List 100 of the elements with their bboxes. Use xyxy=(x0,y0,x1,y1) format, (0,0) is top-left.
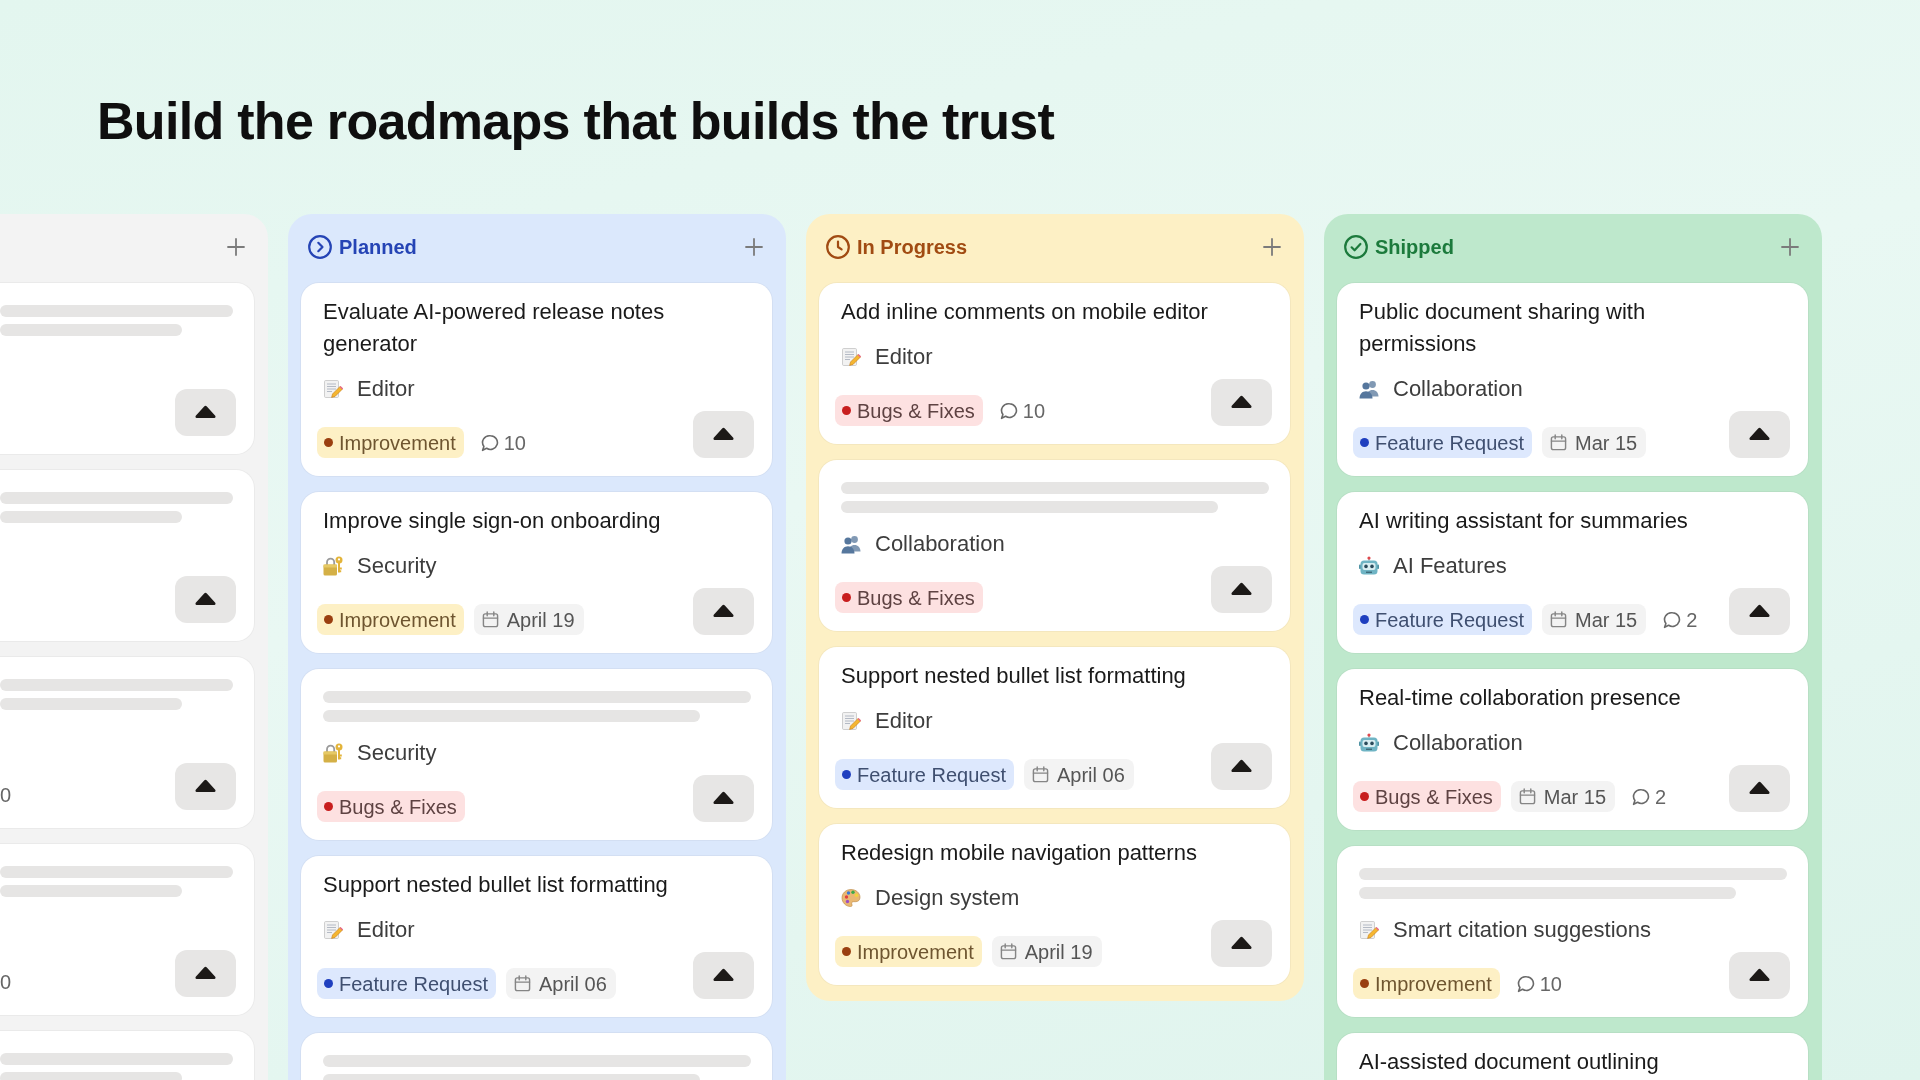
upvote-button[interactable] xyxy=(1211,566,1272,613)
add-card-button[interactable] xyxy=(1263,238,1281,256)
card-title: Redesign mobile navigation patterns xyxy=(841,839,1197,867)
upvote-button[interactable] xyxy=(693,775,754,822)
category-label: Editor xyxy=(875,343,933,371)
check-circle-icon xyxy=(1344,235,1368,259)
memo-pencil-icon xyxy=(841,711,861,731)
triangle-up-icon xyxy=(1231,395,1252,408)
upvote-button[interactable] xyxy=(1211,920,1272,967)
robot-icon xyxy=(1359,733,1379,753)
triangle-up-icon xyxy=(1231,759,1252,772)
triangle-up-icon xyxy=(195,966,216,979)
task-card[interactable]: AI writing assistant for summaries AI Features Feature Request Mar 15 2 xyxy=(1337,492,1808,653)
people-icon xyxy=(841,534,861,554)
tag-label: Improvement xyxy=(339,430,456,455)
triangle-up-icon xyxy=(1749,968,1770,981)
upvote-button[interactable] xyxy=(693,952,754,999)
category-label: Collaboration xyxy=(1393,729,1523,757)
upvote-button[interactable] xyxy=(175,763,236,810)
upvote-button[interactable] xyxy=(1729,588,1790,635)
add-card-button[interactable] xyxy=(745,238,763,256)
plus-icon xyxy=(1781,238,1799,256)
add-card-button[interactable] xyxy=(1781,238,1799,256)
comment-count: 2 xyxy=(1686,607,1698,632)
tag-label: Bugs & Fixes xyxy=(857,585,975,610)
category-label: Collaboration xyxy=(1393,375,1523,403)
add-card-button[interactable] xyxy=(227,238,245,256)
column-title: Shipped xyxy=(1375,235,1454,259)
upvote-button[interactable] xyxy=(1729,411,1790,458)
task-card[interactable]: Real-time collaboration presence Collaboration Bugs & Fixes Mar 15 2 xyxy=(1337,669,1808,830)
comment-count: 0 xyxy=(0,782,12,807)
due-date: Mar 15 xyxy=(1575,430,1638,455)
category-label: Editor xyxy=(357,916,415,944)
due-date: April 19 xyxy=(506,607,575,632)
due-date: Mar 15 xyxy=(1575,607,1638,632)
task-card[interactable]: Public document sharing with permissions Collaboration Feature Request Mar 15 xyxy=(1337,283,1808,476)
card-title: Real-time collaboration presence xyxy=(1359,684,1681,712)
robot-icon xyxy=(1359,556,1379,576)
triangle-up-icon xyxy=(195,405,216,418)
task-card[interactable]: 0 xyxy=(0,844,254,1015)
triangle-up-icon xyxy=(713,791,734,804)
due-date: April 06 xyxy=(1057,762,1125,787)
task-card[interactable]: Support nested bullet list formatting Editor Feature Request April 06 xyxy=(819,647,1290,808)
calendar-icon xyxy=(1032,766,1049,783)
card-title: AI writing assistant for summaries xyxy=(1359,507,1688,535)
category-label: Editor xyxy=(357,375,415,403)
upvote-button[interactable] xyxy=(1729,765,1790,812)
plus-icon xyxy=(1263,238,1281,256)
due-date: April 06 xyxy=(539,971,607,996)
upvote-button[interactable] xyxy=(1211,743,1272,790)
tag-label: Improvement xyxy=(1375,971,1492,996)
triangle-up-icon xyxy=(713,604,734,617)
task-card[interactable]: 0 xyxy=(0,657,254,828)
upvote-button[interactable] xyxy=(175,950,236,997)
upvote-button[interactable] xyxy=(175,576,236,623)
speech-bubble-icon xyxy=(999,401,1018,420)
upvote-button[interactable] xyxy=(1211,379,1272,426)
card-title: Support nested bullet list formatting xyxy=(323,871,668,899)
category-label: AI Features xyxy=(1393,552,1507,580)
upvote-button[interactable] xyxy=(693,588,754,635)
card-title: Add inline comments on mobile editor xyxy=(841,298,1208,326)
speech-bubble-icon xyxy=(480,433,499,452)
tag-label: Feature Request xyxy=(857,762,1006,787)
task-card[interactable]: Smart citation suggestions Improvement 10 xyxy=(1337,846,1808,1017)
upvote-button[interactable] xyxy=(1729,952,1790,999)
lock-key-icon xyxy=(323,556,343,576)
clock-icon xyxy=(826,235,850,259)
column-title: In Progress xyxy=(857,235,968,259)
card-title: Evaluate AI-powered release notes generator xyxy=(323,298,666,358)
task-card[interactable]: Evaluate AI-powered release notes generator Editor Improvement 10 xyxy=(301,283,772,476)
triangle-up-icon xyxy=(195,779,216,792)
triangle-up-icon xyxy=(1749,604,1770,617)
plus-icon xyxy=(227,238,245,256)
task-card[interactable]: Add inline comments on mobile editor Editor Bugs & Fixes 10 xyxy=(819,283,1290,444)
task-card[interactable]: AI-assisted document outlining xyxy=(1337,1033,1808,1080)
task-card[interactable]: Redesign mobile navigation patterns Design system Improvement April 19 xyxy=(819,824,1290,985)
upvote-button[interactable] xyxy=(175,389,236,436)
chevron-circle-icon xyxy=(308,235,332,259)
upvote-button[interactable] xyxy=(693,411,754,458)
column-title: Planned xyxy=(339,235,417,259)
category-label: Collaboration xyxy=(875,530,1005,558)
task-card[interactable]: Security Bugs & Fixes xyxy=(301,669,772,840)
tag-label: Improvement xyxy=(857,939,974,964)
comment-count: 10 xyxy=(503,430,526,455)
speech-bubble-icon xyxy=(1632,787,1651,806)
triangle-up-icon xyxy=(713,968,734,981)
task-card[interactable]: Improve single sign-on onboarding Security Improvement April 19 xyxy=(301,492,772,653)
memo-pencil-icon xyxy=(841,347,861,367)
tag-label: Bugs & Fixes xyxy=(1375,784,1493,809)
triangle-up-icon xyxy=(1231,936,1252,949)
triangle-up-icon xyxy=(1231,582,1252,595)
tag-label: Improvement xyxy=(339,607,456,632)
card-title: AI-assisted document outlining xyxy=(1359,1048,1659,1076)
calendar-icon xyxy=(514,975,531,992)
task-card[interactable]: Support nested bullet list formatting Editor Feature Request April 06 xyxy=(301,856,772,1017)
triangle-up-icon xyxy=(713,427,734,440)
card-title: Improve single sign-on onboarding xyxy=(323,507,661,535)
task-card[interactable]: Collaboration Bugs & Fixes xyxy=(819,460,1290,631)
comment-count: 0 xyxy=(0,969,12,994)
calendar-icon xyxy=(481,611,499,628)
